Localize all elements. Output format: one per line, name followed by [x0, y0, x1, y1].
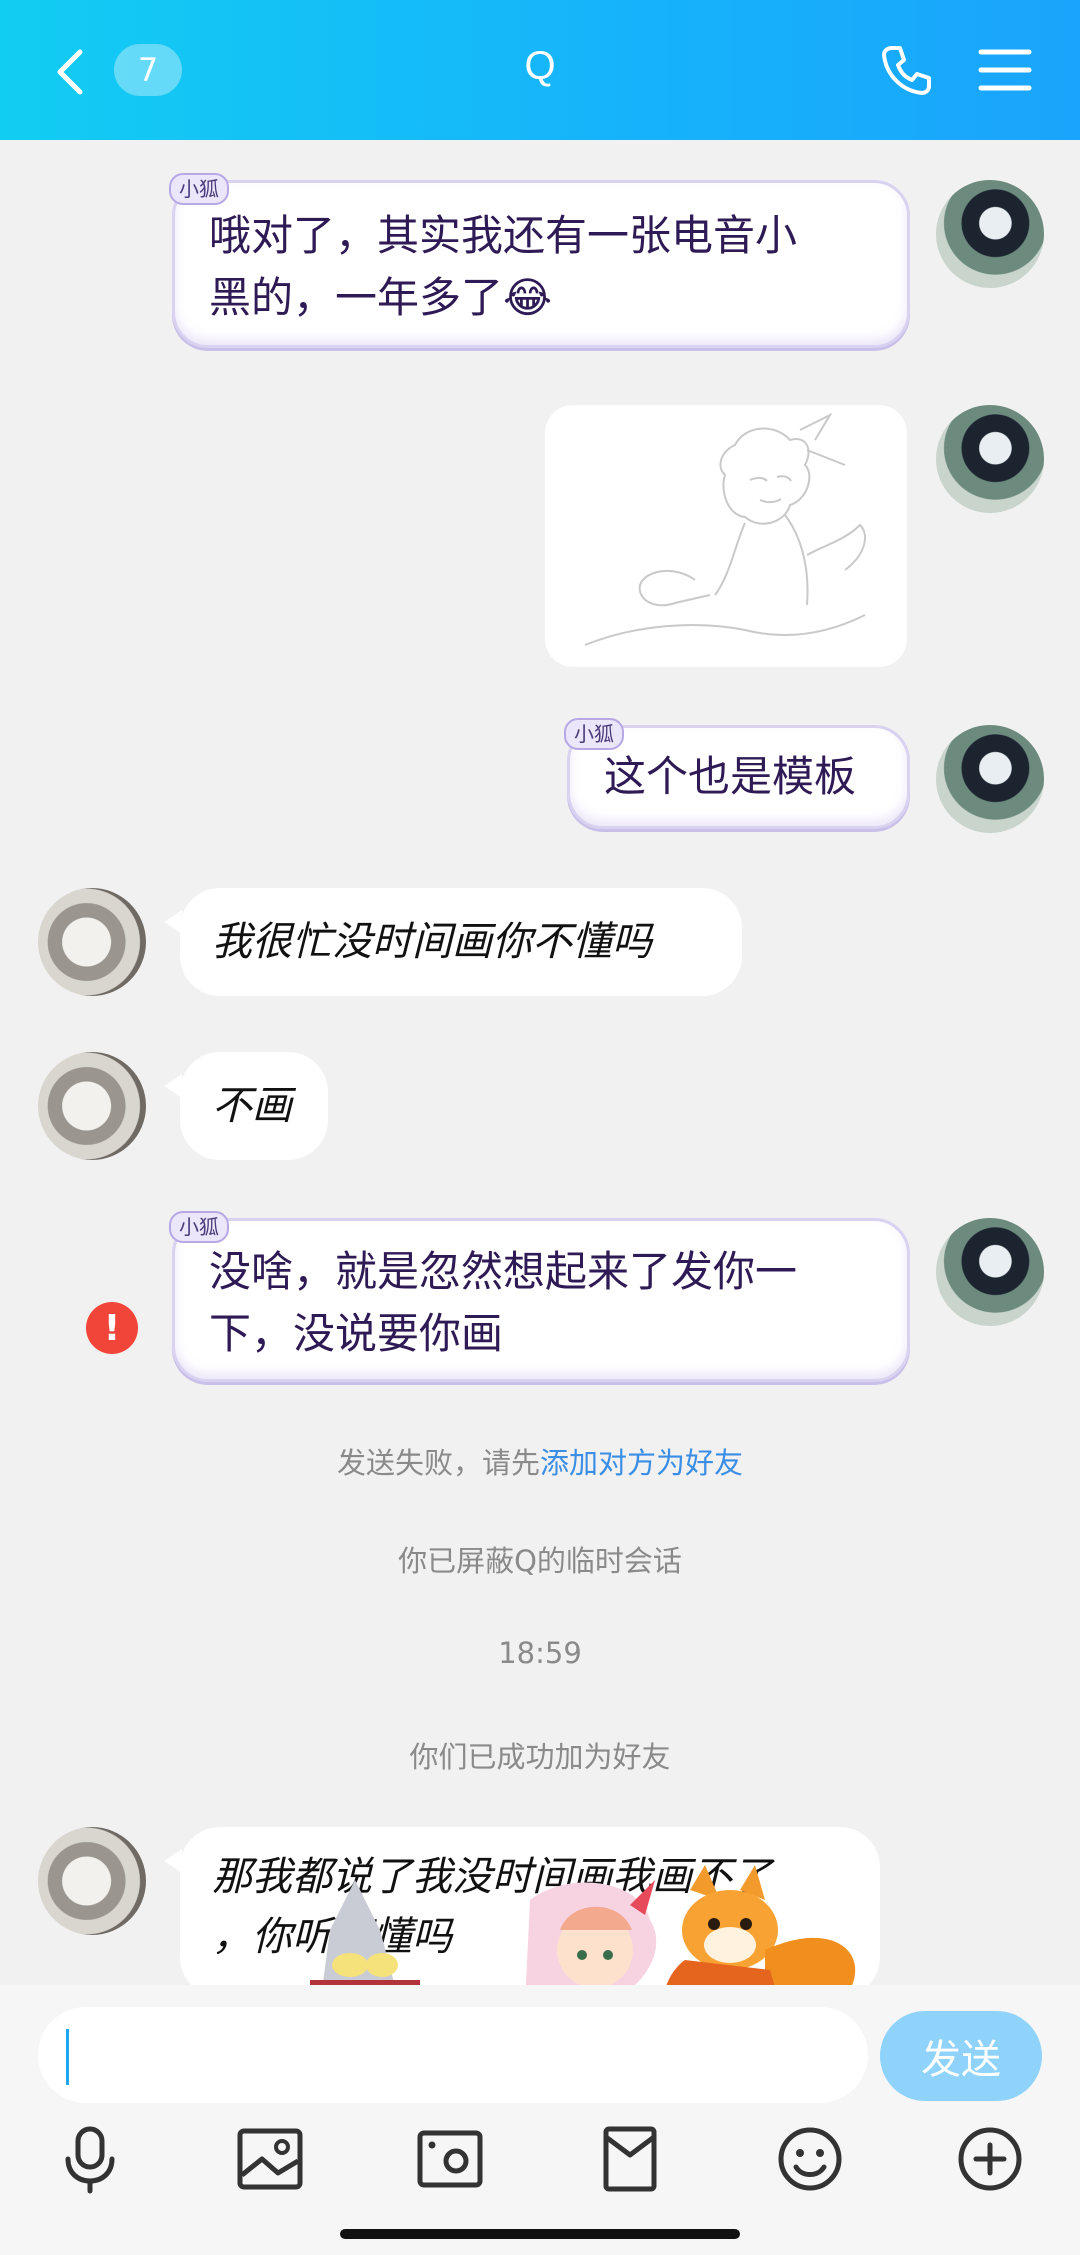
image-message[interactable]	[545, 405, 907, 667]
message-bubble-self[interactable]: 小狐 哦对了，其实我还有一张电音小 黑的，一年多了😂	[169, 173, 910, 348]
timestamp: 18:59	[498, 1636, 582, 1670]
self-avatar[interactable]	[936, 1218, 1044, 1326]
message-input[interactable]	[38, 2007, 868, 2103]
bubble-tag: 小狐	[169, 1211, 229, 1243]
bubble-tag: 小狐	[169, 173, 229, 205]
message-line: 哦对了，其实我还有一张电音小	[209, 211, 798, 260]
send-failed-notice: 发送失败，请先添加对方为好友	[0, 1440, 1080, 1482]
message-bubble-other[interactable]: 我很忙没时间画你不懂吗	[164, 888, 742, 996]
message-line: 我很忙没时间画你不懂吗	[212, 919, 652, 965]
send-button[interactable]: 发送	[880, 2011, 1042, 2101]
image-icon[interactable]	[234, 2123, 306, 2195]
message-bubble-self[interactable]: 小狐 没啥，就是忽然想起来了发你一 下，没说要你画	[169, 1211, 910, 1382]
message-line: 这个也是模板	[604, 752, 857, 801]
message-bubble-self[interactable]: 小狐 这个也是模板	[564, 718, 910, 829]
blocked-notice: 你已屏蔽Q的临时会话	[398, 1544, 682, 1578]
send-failed-icon[interactable]: !	[86, 1302, 138, 1354]
input-bar: 发送	[0, 1985, 1080, 2255]
chat-header: 7 Q	[0, 0, 1080, 140]
plus-icon[interactable]	[954, 2123, 1026, 2195]
contact-avatar[interactable]	[38, 1052, 146, 1160]
contact-avatar[interactable]	[38, 888, 146, 996]
message-line: 没啥，就是忽然想起来了发你一	[209, 1247, 798, 1296]
bubble-tag: 小狐	[564, 718, 624, 750]
message-line: 黑的，一年多了😂	[209, 273, 553, 322]
friends-added-notice: 你们已成功加为好友	[409, 1740, 671, 1774]
menu-icon[interactable]	[978, 46, 1032, 94]
phone-icon[interactable]	[878, 42, 934, 98]
send-failed-text: 发送失败，请先	[336, 1446, 540, 1480]
message-bubble-other[interactable]: 不画	[164, 1052, 328, 1160]
sketch-image	[584, 412, 866, 646]
contact-avatar[interactable]	[38, 1827, 146, 1935]
sticker-illustration	[310, 1865, 856, 2005]
text-caret	[66, 2029, 69, 2085]
emoji-icon[interactable]	[774, 2123, 846, 2195]
self-avatar[interactable]	[936, 405, 1044, 513]
microphone-icon[interactable]	[54, 2123, 126, 2195]
camera-icon[interactable]	[414, 2123, 486, 2195]
home-indicator	[340, 2229, 740, 2239]
message-line: 不画	[212, 1083, 292, 1129]
add-friend-link[interactable]: 添加对方为好友	[540, 1446, 743, 1480]
message-line: 下，没说要你画	[209, 1309, 504, 1358]
sticker-overlay	[310, 1860, 900, 2005]
red-packet-icon[interactable]	[594, 2123, 666, 2195]
self-avatar[interactable]	[936, 180, 1044, 288]
self-avatar[interactable]	[936, 725, 1044, 833]
